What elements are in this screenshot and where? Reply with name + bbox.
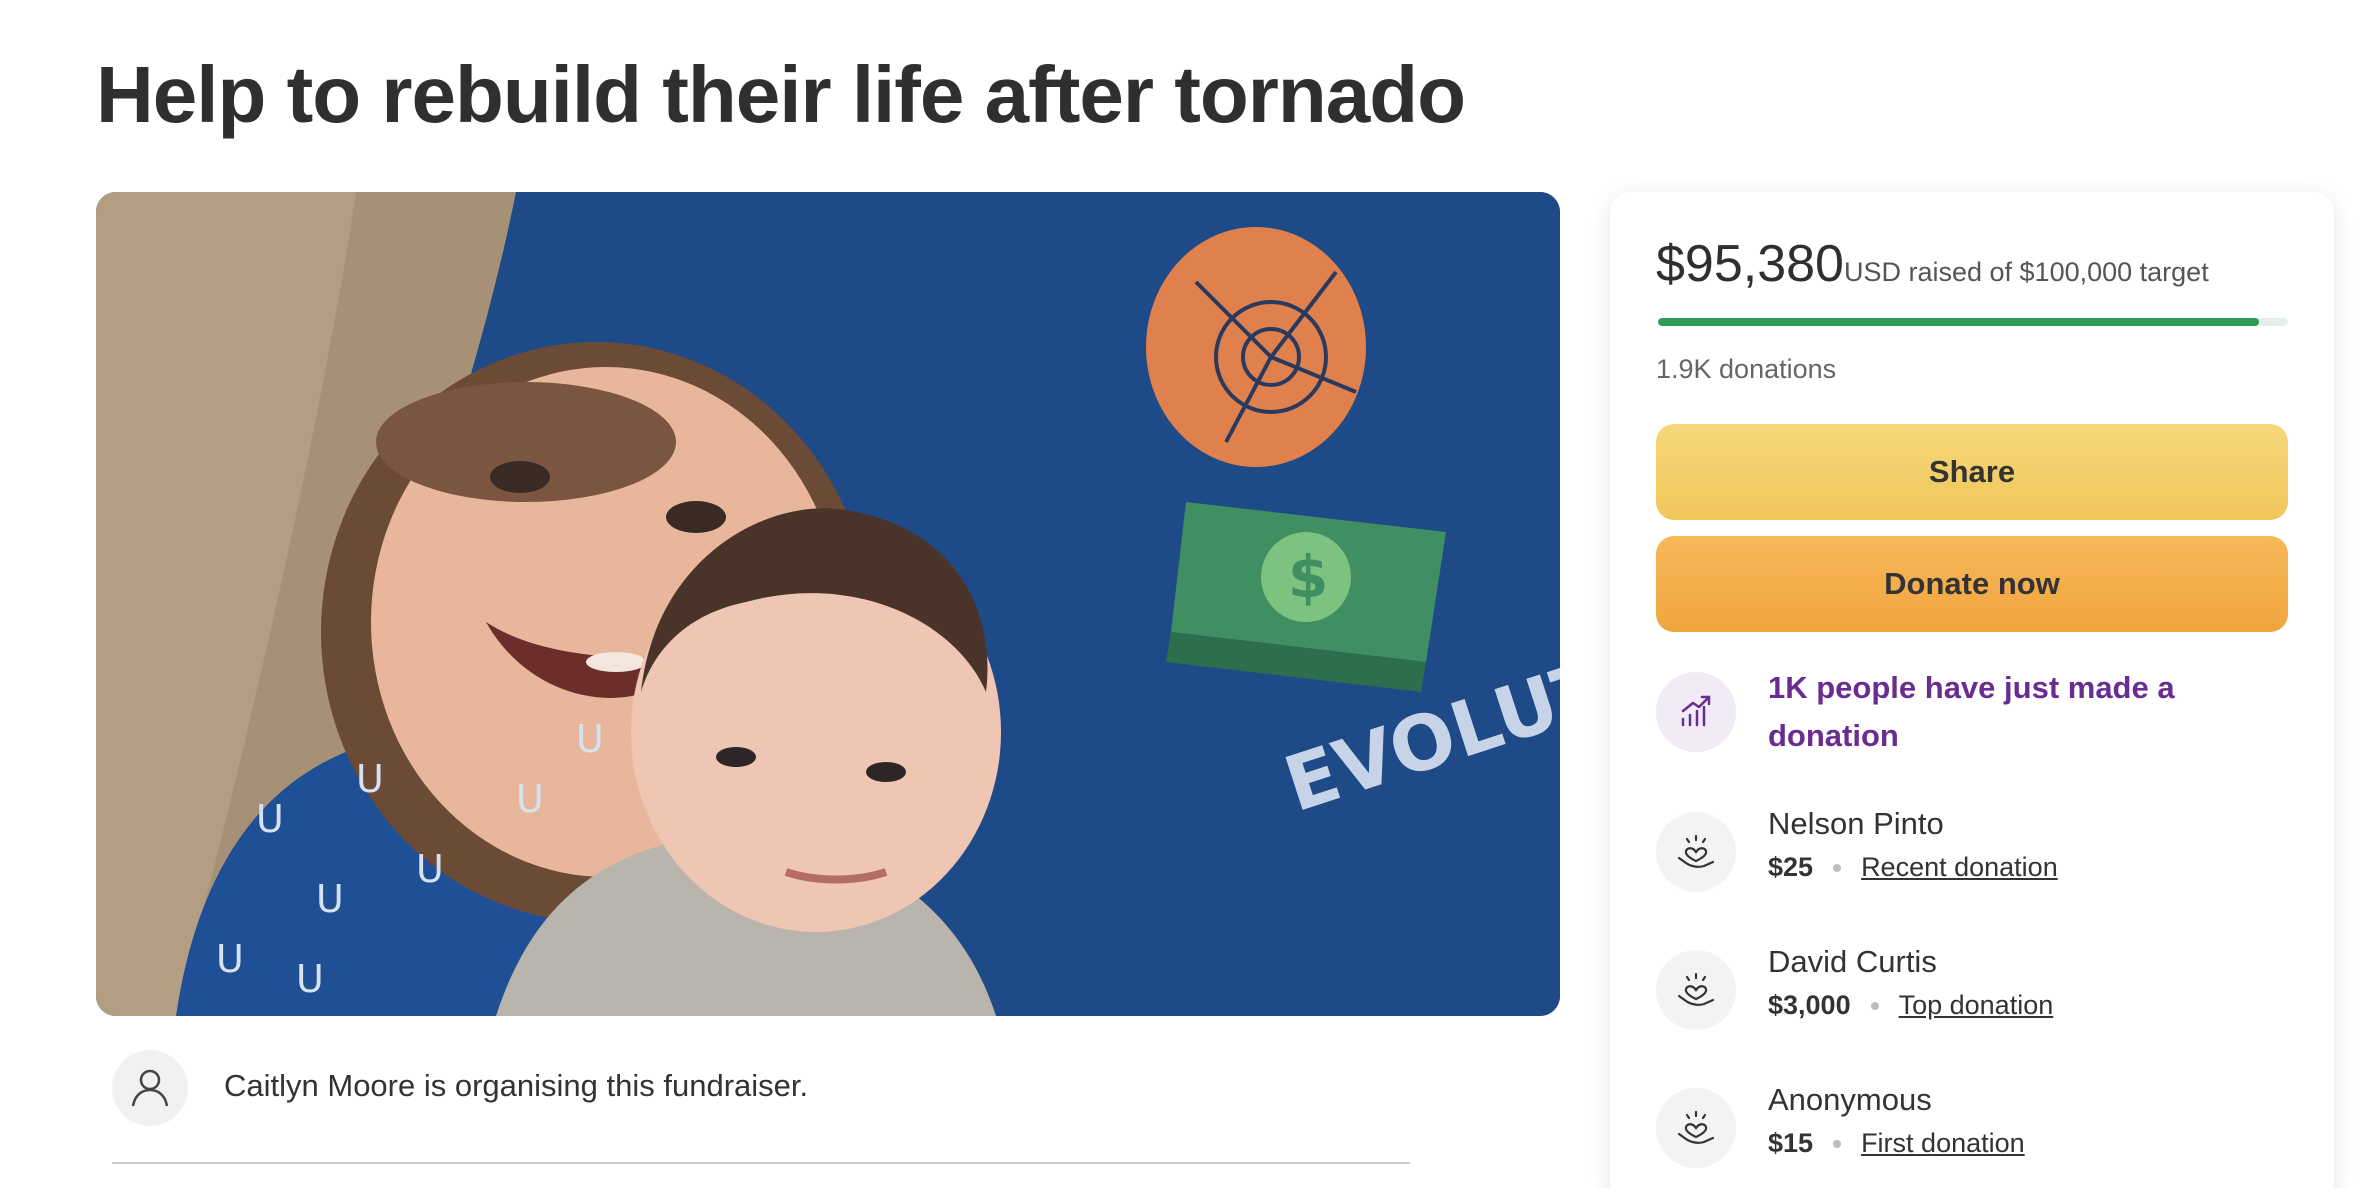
separator-dot	[1833, 863, 1842, 872]
svg-text:U: U	[416, 847, 444, 891]
donation-amount: $25	[1768, 852, 1814, 882]
svg-text:U: U	[576, 717, 604, 761]
donation-item: David Curtis $3,000 Top donation	[1656, 944, 2288, 1050]
raised-amount: $95,380	[1656, 235, 1844, 293]
hero-image: $ EVOLUT UUU UUU UU	[96, 192, 1560, 1016]
svg-text:U: U	[516, 777, 544, 821]
share-button[interactable]: Share	[1656, 424, 2288, 520]
trend-text: 1K people have just made a donation	[1768, 670, 2175, 753]
donation-item: Nelson Pinto $25 Recent donation	[1656, 806, 2288, 912]
heart-hand-icon	[1656, 1088, 1736, 1168]
svg-text:U: U	[256, 797, 284, 841]
recent-donation-link[interactable]: Recent donation	[1861, 852, 2058, 883]
donor-meta: $25 Recent donation	[1768, 852, 2058, 883]
donation-item: Anonymous $15 First donation	[1656, 1082, 2288, 1188]
top-donation-link[interactable]: Top donation	[1899, 990, 2054, 1021]
donor-name: Anonymous	[1768, 1082, 1932, 1117]
separator-dot	[1833, 1139, 1842, 1148]
svg-text:U: U	[216, 937, 244, 981]
donor-name: Nelson Pinto	[1768, 806, 1944, 841]
fundraiser-page: Help to rebuild their life after tornado…	[0, 0, 2376, 1188]
raised-target: USD raised of $100,000 target	[1843, 257, 2209, 287]
progress-bar	[1658, 318, 2288, 326]
person-icon	[112, 1050, 188, 1126]
organiser-text: Caitlyn Moore is organising this fundrai…	[224, 1068, 809, 1103]
svg-text:$: $	[1288, 543, 1328, 611]
donation-amount: $15	[1768, 1128, 1814, 1158]
raised-summary: $95,380USD raised of $100,000 target	[1656, 234, 2209, 294]
heart-hand-icon	[1656, 812, 1736, 892]
donate-now-button[interactable]: Donate now	[1656, 536, 2288, 632]
donation-card: $95,380USD raised of $100,000 target 1.9…	[1610, 192, 2334, 1188]
svg-text:U: U	[316, 877, 344, 921]
shell-graphic	[1146, 227, 1366, 467]
organiser-row: Caitlyn Moore is organising this fundrai…	[112, 1050, 1410, 1164]
hero-photo: $ EVOLUT UUU UUU UU	[96, 192, 1560, 1016]
donor-name: David Curtis	[1768, 944, 1937, 979]
donor-meta: $3,000 Top donation	[1768, 990, 2053, 1021]
donation-amount: $3,000	[1768, 990, 1851, 1020]
separator-dot	[1870, 1001, 1879, 1010]
svg-text:U: U	[296, 957, 324, 1001]
page-title: Help to rebuild their life after tornado	[96, 50, 1466, 139]
trending-up-icon	[1656, 672, 1736, 752]
first-donation-link[interactable]: First donation	[1861, 1128, 2025, 1159]
progress-fill	[1658, 318, 2259, 326]
donations-count: 1.9K donations	[1656, 354, 1837, 384]
svg-text:U: U	[356, 757, 384, 801]
donor-meta: $15 First donation	[1768, 1128, 2025, 1159]
heart-hand-icon	[1656, 950, 1736, 1030]
money-graphic: $	[1166, 502, 1446, 692]
